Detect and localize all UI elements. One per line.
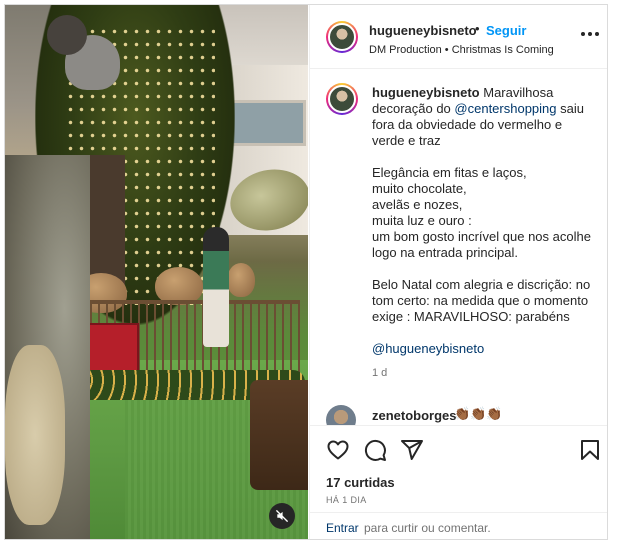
- login-link[interactable]: Entrar: [326, 521, 359, 535]
- post-video[interactable]: [5, 5, 308, 539]
- commenter-avatar[interactable]: [326, 405, 356, 425]
- commenter-username[interactable]: zenetoborges: [372, 408, 457, 423]
- signature-mention-link[interactable]: @hugueneybisneto: [372, 341, 484, 356]
- audio-subtitle[interactable]: DM Production • Christmas Is Coming: [369, 44, 554, 56]
- likes-count[interactable]: 17 curtidas: [326, 475, 395, 490]
- instagram-post: hugueneybisneto • Seguir DM Production •…: [4, 4, 608, 540]
- add-comment-bar: Entrar para curtir ou comentar.: [310, 512, 607, 539]
- caption-username[interactable]: hugueneybisneto: [372, 85, 480, 100]
- mall-window: [230, 100, 306, 146]
- post-details-panel: hugueneybisneto • Seguir DM Production •…: [309, 5, 607, 539]
- comment-text: 👏🏾👏🏾👏🏾: [454, 406, 503, 421]
- author-username[interactable]: hugueneybisneto: [369, 23, 477, 38]
- speaker-muted-icon: [276, 510, 288, 522]
- sleigh-decoration: [250, 380, 308, 490]
- follow-button[interactable]: Seguir: [486, 23, 526, 38]
- author-avatar[interactable]: [326, 21, 358, 53]
- more-options-icon[interactable]: [581, 31, 599, 37]
- mention-link[interactable]: @centershopping: [454, 101, 556, 116]
- post-caption: hugueneybisneto Maravilhosa decoração do…: [372, 85, 592, 357]
- visitor-figure: [203, 227, 229, 347]
- comment-icon[interactable]: [363, 438, 387, 462]
- caption-avatar[interactable]: [326, 83, 358, 115]
- post-header: hugueneybisneto • Seguir DM Production •…: [310, 5, 607, 69]
- add-comment-prompt: para curtir ou comentar.: [364, 521, 491, 535]
- mute-button[interactable]: [269, 503, 295, 529]
- heart-icon[interactable]: [326, 438, 350, 462]
- comment-item: zenetoborges 👏🏾👏🏾👏🏾: [326, 405, 596, 425]
- nut-decoration: [227, 263, 255, 297]
- comments-section: hugueneybisneto Maravilhosa decoração do…: [310, 69, 607, 425]
- fur-sculpture-base: [5, 345, 65, 525]
- caption-text-body: saiu fora da obviedade do vermelho e ver…: [372, 101, 591, 324]
- header-separator: •: [475, 21, 480, 36]
- caption-timestamp[interactable]: 1 d: [372, 367, 387, 379]
- squirrel-head: [47, 15, 87, 55]
- post-time[interactable]: HÁ 1 DIA: [326, 495, 367, 505]
- share-icon[interactable]: [400, 438, 424, 462]
- action-bar: [310, 425, 607, 474]
- bookmark-icon[interactable]: [578, 438, 602, 462]
